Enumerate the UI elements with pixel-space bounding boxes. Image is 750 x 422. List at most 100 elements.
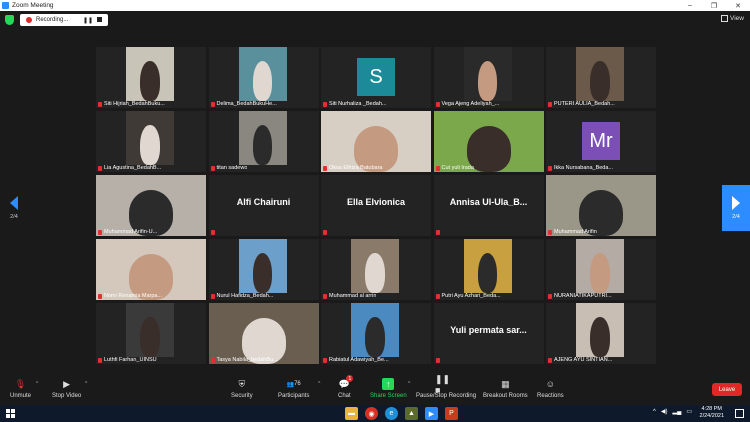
edge-icon[interactable]: e — [385, 407, 398, 420]
chrome-icon[interactable]: ◉ — [365, 407, 378, 420]
share-screen-icon: ↑ — [382, 378, 395, 390]
muted-mic-icon — [435, 165, 440, 171]
participant-name: NURANIATIKAPUTRI... — [554, 293, 612, 299]
participant-tile[interactable]: Rabiatul Adawiyah_Be... — [321, 303, 431, 364]
participant-video — [351, 303, 399, 357]
zoom-taskbar-icon[interactable]: ▶ — [425, 407, 438, 420]
participant-tile[interactable]: PUTERI AULIA_Bedah... — [546, 47, 656, 108]
app-icon[interactable]: ▲ — [405, 407, 418, 420]
arrow-left-icon — [10, 196, 18, 210]
recording-label: Recording... — [36, 17, 69, 23]
participant-tile[interactable]: Siti Hijriah_BedahBuku... — [96, 47, 206, 108]
participant-name-label: Muhammad Arifin — [548, 229, 597, 235]
participant-name: titan sadewo — [216, 165, 248, 171]
volume-icon[interactable]: ◀) — [661, 408, 668, 415]
pause-recording-icon[interactable]: ❚❚ — [83, 17, 93, 24]
participant-tile[interactable]: Tasya Nabila_bedahBu... — [208, 303, 319, 364]
unmute-button[interactable]: 🎙 Unmute — [10, 378, 31, 400]
file-explorer-icon[interactable]: ▬ — [345, 407, 358, 420]
participant-tile[interactable]: Nurul Hafidza_Bedah... — [208, 239, 319, 300]
participant-figure — [477, 60, 498, 101]
muted-mic-icon — [323, 357, 327, 363]
leave-button[interactable]: Leave — [712, 383, 742, 396]
muted-mic-icon — [435, 101, 440, 107]
participant-tile[interactable]: Delima_BedahBukuHe... — [208, 47, 319, 108]
participant-figure — [252, 252, 273, 293]
participant-name-label: Nomi Renamia Marpa... — [98, 293, 162, 299]
participant-video — [126, 111, 174, 165]
security-shield-icon[interactable] — [5, 15, 14, 25]
network-icon[interactable]: ▂▄ — [672, 408, 681, 415]
participant-tile[interactable]: Mr Ikka Nursabana_Beda... — [546, 111, 656, 172]
reactions-button[interactable]: ☺ Reactions — [537, 378, 564, 399]
participant-name-label: Putri Ayu Azhari_Beda... — [435, 293, 501, 299]
participant-tile[interactable]: Oksa Elfriza Batubara — [321, 111, 431, 172]
window-title: Zoom Meeting — [12, 2, 54, 9]
page-indicator-right: 2/4 — [732, 214, 740, 220]
participant-name: AJENG AYU SINTIAN... — [554, 357, 613, 363]
security-button[interactable]: ⛨ Security — [231, 378, 253, 400]
participant-tile[interactable]: Yuli permata sar... — [433, 303, 544, 364]
title-bar: Zoom Meeting – ❐ ✕ — [0, 0, 750, 11]
notification-icon[interactable] — [735, 409, 744, 418]
participant-tile[interactable]: Cut yuli Irada — [433, 111, 544, 172]
participant-tile[interactable]: Luthfi Farhan_UINSU — [96, 303, 206, 364]
share-caret[interactable]: ^ — [408, 381, 410, 387]
windows-start-icon[interactable] — [6, 409, 15, 418]
arrow-right-icon — [732, 196, 740, 210]
participant-tile[interactable]: Lia Agustina_BedahB... — [96, 111, 206, 172]
participants-caret[interactable]: ^ — [318, 381, 320, 387]
participant-video — [238, 239, 287, 293]
participant-tile[interactable]: AJENG AYU SINTIAN... — [546, 303, 656, 364]
muted-mic-icon — [98, 293, 102, 299]
chat-button[interactable]: 💬 1 Chat — [338, 375, 354, 399]
participant-video — [96, 175, 206, 236]
powerpoint-icon[interactable]: P — [445, 407, 458, 420]
participant-tile[interactable]: Muhammad Arifin-U... — [96, 175, 206, 236]
participant-name-label: Ikka Nursabana_Beda... — [548, 165, 613, 171]
taskbar-clock[interactable]: 4:28 PM 2/24/2021 — [700, 406, 724, 420]
participant-name: Cut yuli Irada — [441, 165, 474, 171]
stop-recording-icon[interactable] — [97, 17, 102, 22]
participant-tile[interactable]: Ella Elvionica — [321, 175, 431, 236]
participant-tile[interactable]: Vega Ajeng Adeliyah_... — [433, 47, 544, 108]
muted-mic-icon: 🎙 — [14, 378, 27, 389]
previous-page-button[interactable]: 2/4 — [0, 185, 28, 231]
participant-name: Oksa Elfriza Batubara — [329, 165, 383, 171]
video-camera-icon: ▶ — [63, 378, 71, 389]
breakout-rooms-button[interactable]: ▦ Breakout Rooms — [483, 378, 528, 400]
breakout-label: Breakout Rooms — [483, 393, 528, 399]
participant-name-label: Delima_BedahBukuHe... — [210, 101, 277, 107]
participant-tile[interactable]: Nomi Renamia Marpa... — [96, 239, 206, 300]
participant-name: Ikka Nursabana_Beda... — [554, 165, 614, 171]
gallery-view: Siti Hijriah_BedahBuku... Delima_BedahBuk… — [96, 47, 656, 367]
participant-tile[interactable]: Muhammad Arifin — [546, 175, 656, 236]
tray-chevron-icon[interactable]: ^ — [653, 409, 656, 415]
video-options-caret[interactable]: ^ — [85, 381, 87, 387]
audio-options-caret[interactable]: ^ — [36, 381, 38, 387]
next-page-button[interactable]: 2/4 — [722, 185, 750, 231]
participant-name: Rabiatul Adawiyah_Be... — [329, 357, 389, 363]
participant-name-label: Luthfi Farhan_UINSU — [98, 357, 157, 363]
participants-button[interactable]: 👥 76 Participants — [278, 378, 309, 399]
participant-tile[interactable]: Muhammad al arrin — [321, 239, 431, 300]
participant-name: Putri Ayu Azhari_Beda... — [441, 293, 501, 299]
participant-tile[interactable]: Alfi Chairuni — [208, 175, 319, 236]
pause-stop-recording-button[interactable]: ❚❚ ■ Pause/Stop Recording — [416, 374, 476, 400]
view-button[interactable]: View — [721, 15, 744, 22]
participant-tile[interactable]: Putri Ayu Azhari_Beda... — [433, 239, 544, 300]
participant-name: Muhammad Arifin — [554, 229, 597, 235]
participant-name-label: AJENG AYU SINTIAN... — [548, 357, 612, 363]
participant-tile[interactable]: titan sadewo — [208, 111, 319, 172]
share-screen-button[interactable]: ↑ Share Screen — [370, 378, 407, 399]
battery-icon[interactable]: ▭ — [686, 408, 692, 415]
stop-video-button[interactable]: ▶ Stop Video — [52, 378, 81, 400]
participant-video — [96, 239, 206, 300]
minimize-button[interactable]: – — [678, 0, 702, 11]
participant-tile[interactable]: NURANIATIKAPUTRI... — [546, 239, 656, 300]
close-button[interactable]: ✕ — [726, 0, 750, 11]
participant-video — [126, 303, 174, 357]
participant-tile[interactable]: S Siti Nurhaliza _Bedah... — [321, 47, 431, 108]
restore-button[interactable]: ❐ — [702, 0, 726, 11]
participant-tile[interactable]: Annisa Ul-Ula_B... — [433, 175, 544, 236]
